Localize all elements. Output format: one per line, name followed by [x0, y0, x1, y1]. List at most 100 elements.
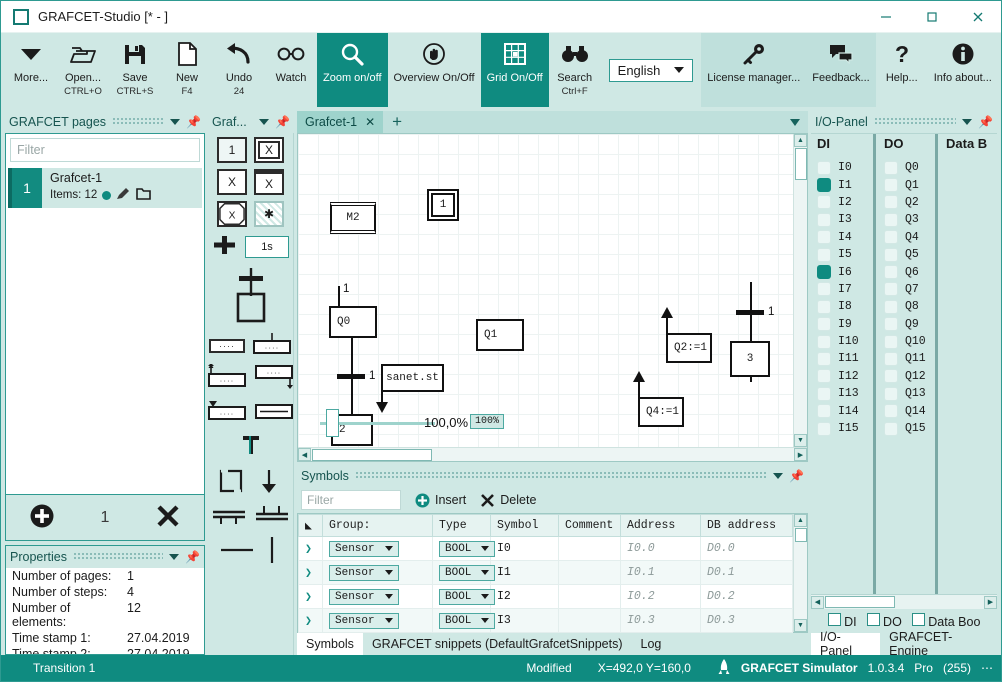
text-tool-icon[interactable] [238, 432, 264, 461]
io-item[interactable]: I10 [817, 333, 873, 350]
tab-grafcet-engine[interactable]: GRAFCET-Engine [880, 630, 997, 658]
io-led-icon[interactable] [884, 247, 898, 262]
cell-group[interactable]: Sensor [322, 608, 433, 633]
initial-step-icon[interactable]: X [254, 137, 284, 163]
io-item[interactable]: Q10 [884, 333, 935, 350]
io-led-icon[interactable] [884, 317, 898, 332]
timer-icon[interactable]: 1s [245, 235, 289, 258]
column-address[interactable]: Address [620, 514, 701, 537]
chevron-down-icon[interactable] [259, 119, 270, 125]
vertical-line-icon[interactable] [262, 535, 282, 568]
undo-button[interactable]: Undo 24 [213, 33, 265, 107]
canvas-node-step-3[interactable]: 3 [730, 341, 770, 377]
info-about-button[interactable]: Info about... [928, 33, 998, 107]
io-led-icon[interactable] [817, 195, 831, 210]
enclosing-step-icon[interactable]: X [217, 201, 247, 227]
license-manager-button[interactable]: License manager... [701, 33, 807, 107]
canvas-node-action-file[interactable]: sanet.st [381, 364, 444, 392]
step-x-icon[interactable]: X [217, 169, 247, 195]
horizontal-scroll-thumb[interactable] [825, 596, 895, 608]
insert-symbol-button[interactable]: Insert [415, 493, 466, 508]
io-item[interactable]: I12 [817, 368, 873, 385]
io-led-icon[interactable] [817, 299, 831, 314]
checkbox-box[interactable] [827, 613, 841, 626]
io-led-icon[interactable] [884, 282, 898, 297]
row-expander-icon[interactable]: ❯ [298, 560, 323, 585]
cell-db-address[interactable]: D0.2 [700, 584, 793, 609]
io-item[interactable]: Q1 [884, 176, 935, 193]
comment-box-icon[interactable] [217, 467, 247, 498]
symbols-vertical-scrollbar[interactable]: ▲ ▼ [793, 514, 807, 632]
overview-onoff-button[interactable]: Overview On/Off [388, 33, 481, 107]
checkbox-do[interactable]: DO [866, 613, 902, 629]
zoom-chip[interactable]: 100% [470, 414, 505, 429]
canvas-node-step-q1[interactable]: Q1 [476, 319, 524, 351]
io-item[interactable]: I4 [817, 229, 873, 246]
canvas-transition-bar-left[interactable] [337, 374, 365, 379]
vertical-scroll-thumb[interactable] [794, 148, 807, 180]
feedback-button[interactable]: Feedback... [806, 33, 876, 107]
io-item[interactable]: I14 [817, 402, 873, 419]
action-box-down-icon[interactable]: ···· [254, 364, 293, 393]
tab-grafcet-1[interactable]: Grafcet-1 ✕ [297, 111, 384, 133]
pin-icon[interactable]: 📌 [789, 469, 804, 483]
scroll-right-icon[interactable]: ▶ [984, 595, 997, 609]
chevron-down-icon[interactable] [773, 473, 784, 479]
tab-io-panel[interactable]: I/O-Panel [811, 630, 881, 658]
io-led-icon[interactable] [884, 404, 898, 419]
io-item[interactable]: I5 [817, 246, 873, 263]
cell-group[interactable]: Sensor [322, 584, 433, 609]
cell-group[interactable]: Sensor [322, 536, 433, 561]
io-led-icon[interactable] [884, 421, 898, 436]
io-led-icon[interactable] [817, 334, 831, 349]
cell-db-address[interactable]: D0.0 [700, 536, 793, 561]
pages-filter-input[interactable]: Filter [10, 138, 200, 162]
cell-type[interactable]: BOOL [432, 584, 496, 609]
checkbox-data-bool[interactable]: Data Boo [911, 613, 980, 629]
io-item[interactable]: Q7 [884, 281, 935, 298]
column-group[interactable]: Group: [322, 514, 433, 537]
action-box-up-icon[interactable]: ···· [208, 363, 247, 393]
step-icon[interactable]: 1 [217, 137, 247, 163]
io-item[interactable]: Q2 [884, 194, 935, 211]
scroll-up-icon[interactable]: ▲ [794, 514, 807, 527]
io-led-icon[interactable] [817, 282, 831, 297]
tab-grafcet-snippets[interactable]: GRAFCET snippets (DefaultGrafcetSnippets… [363, 633, 632, 655]
scroll-left-icon[interactable]: ◀ [298, 448, 311, 461]
cell-type[interactable]: BOOL [432, 560, 496, 585]
cell-comment[interactable] [558, 536, 621, 561]
io-led-icon[interactable] [817, 265, 831, 280]
symbols-filter-input[interactable]: Filter [301, 490, 401, 510]
io-led-icon[interactable] [817, 404, 831, 419]
row-expander-icon[interactable]: ❯ [298, 536, 323, 561]
action-box-icon[interactable]: ···· [209, 338, 245, 353]
io-item[interactable]: I7 [817, 281, 873, 298]
open-button[interactable]: Open... CTRL+O [57, 33, 109, 107]
cell-address[interactable]: I0.0 [620, 536, 701, 561]
io-item[interactable]: Q11 [884, 350, 935, 367]
transition-cross-icon[interactable] [212, 233, 238, 260]
cell-symbol[interactable]: I1 [490, 560, 559, 585]
canvas-node-action-q2[interactable]: Q2:=1 [666, 333, 712, 363]
io-led-icon[interactable] [817, 351, 831, 366]
checkbox-di[interactable]: DI [827, 613, 857, 629]
io-led-icon[interactable] [817, 160, 831, 175]
checkbox-box[interactable] [866, 613, 880, 626]
io-item[interactable]: Q15 [884, 420, 935, 437]
io-item[interactable]: Q13 [884, 385, 935, 402]
cell-symbol[interactable]: I0 [490, 536, 559, 561]
cell-comment[interactable] [558, 608, 621, 633]
table-row[interactable]: ❯ Sensor BOOL I1 I0.1 D0.1 [298, 560, 793, 585]
horizontal-line-icon[interactable] [219, 539, 255, 564]
delete-symbol-button[interactable]: Delete [480, 493, 536, 508]
close-icon[interactable]: ✕ [365, 115, 375, 129]
cell-db-address[interactable]: D0.3 [700, 608, 793, 633]
action-box-bar-icon[interactable] [254, 399, 293, 426]
cell-address[interactable]: I0.2 [620, 584, 701, 609]
io-item[interactable]: Q8 [884, 298, 935, 315]
io-item[interactable]: I15 [817, 420, 873, 437]
scroll-left-icon[interactable]: ◀ [811, 595, 824, 609]
io-led-icon[interactable] [884, 334, 898, 349]
io-led-icon[interactable] [884, 195, 898, 210]
scroll-up-icon[interactable]: ▲ [794, 134, 807, 147]
